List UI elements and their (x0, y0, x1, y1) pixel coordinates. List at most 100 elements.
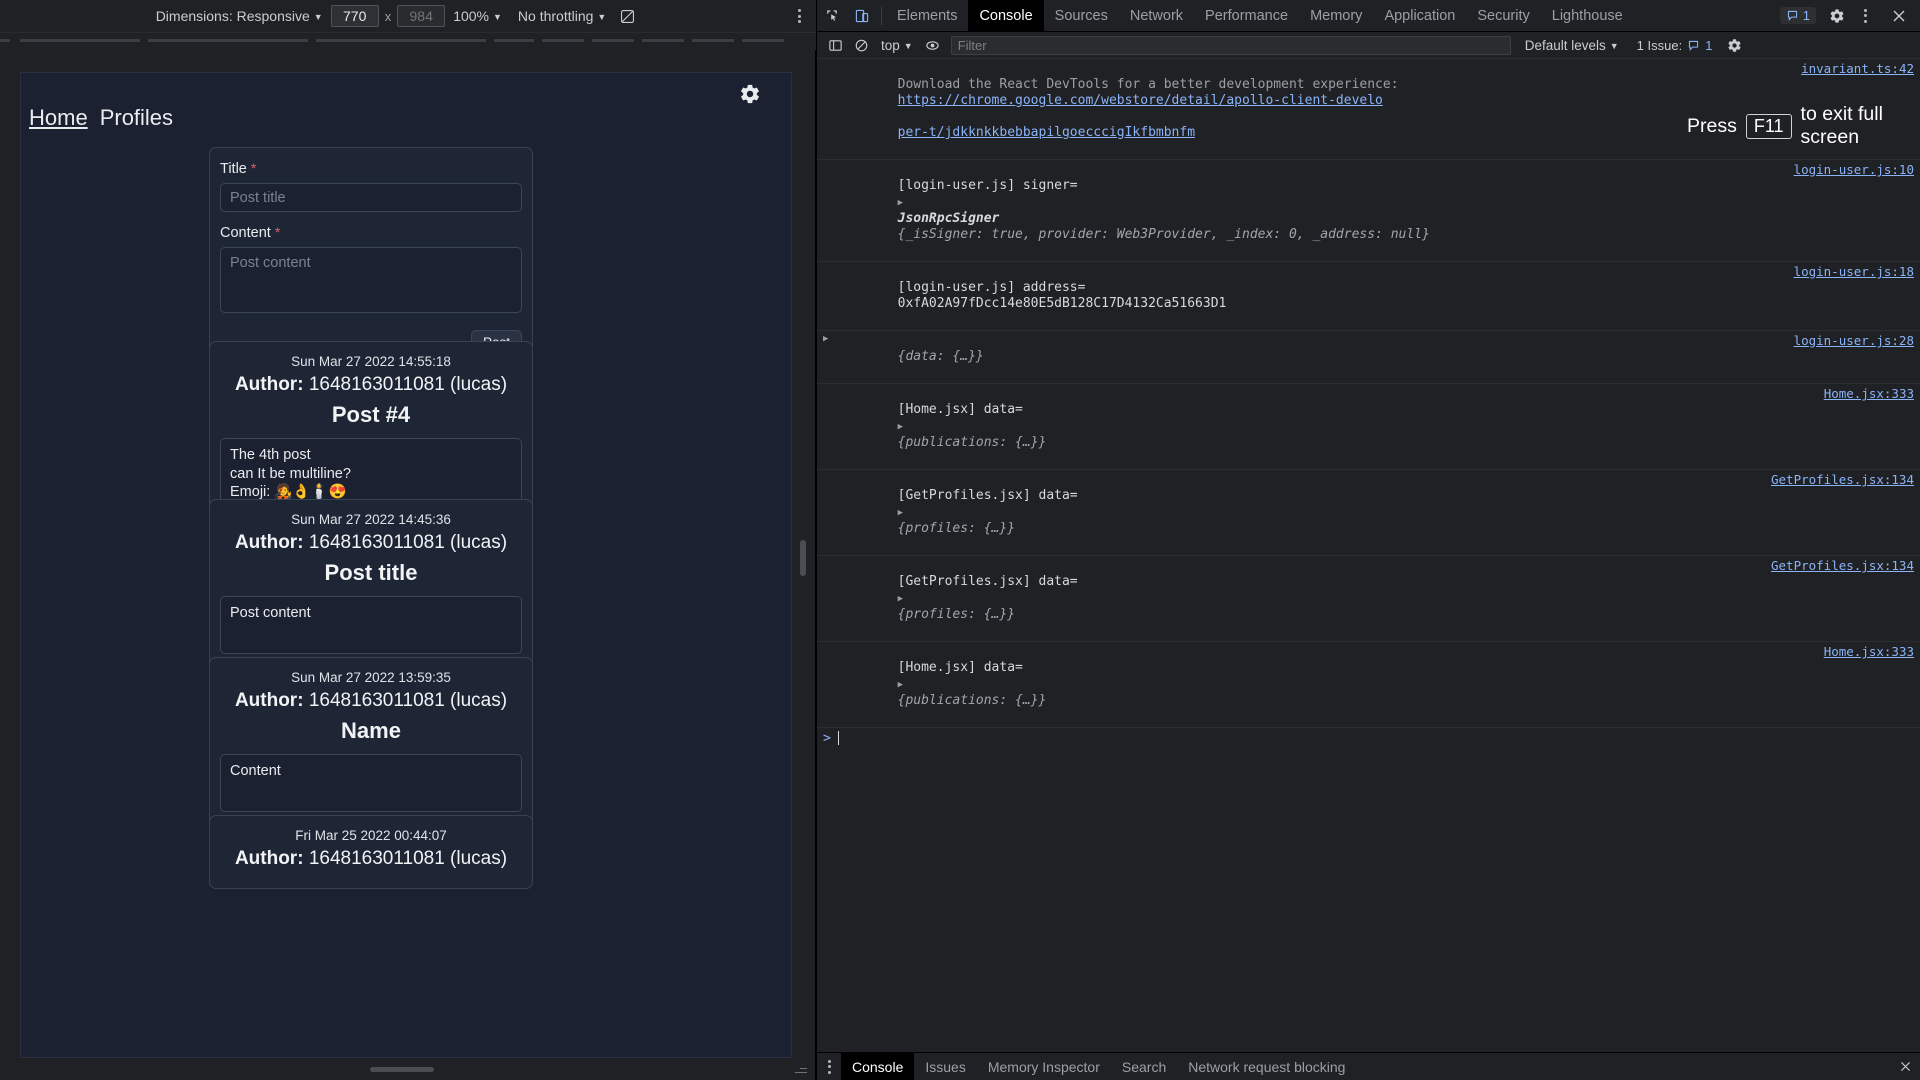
issues-badge[interactable]: 1 (1779, 7, 1816, 24)
inspect-element-icon[interactable] (817, 2, 847, 30)
console-source-link[interactable]: invariant.ts:42 (1801, 61, 1914, 157)
console-log-row[interactable]: [Home.jsx] data= ▶ {publications: {…}} H… (817, 384, 1920, 470)
console-source-link[interactable]: login-user.js:18 (1794, 264, 1914, 280)
post-author: Author: 1648163011081 (lucas) (220, 690, 522, 712)
zoom-label: 100% (453, 8, 489, 24)
expand-triangle-icon[interactable]: ▶ (898, 508, 903, 518)
expand-triangle-icon[interactable]: ▶ (898, 680, 903, 690)
viewport-resize-handle-bottom[interactable] (370, 1067, 434, 1072)
title-field-label: Title * (220, 160, 522, 177)
content-required-asterisk: * (274, 224, 281, 240)
console-source-link[interactable]: login-user.js:28 (1794, 333, 1914, 349)
drawer-tab-console[interactable]: Console (841, 1052, 915, 1080)
console-filter-input[interactable] (950, 35, 1511, 55)
live-expression-icon[interactable] (921, 34, 945, 56)
post-author-value: 1648163011081 (lucas) (308, 532, 508, 553)
post-author: Author: 1648163011081 (lucas) (220, 532, 522, 554)
drawer-tab-issues[interactable]: Issues (914, 1053, 976, 1080)
post-date: Sun Mar 27 2022 13:59:35 (291, 670, 451, 685)
device-more-options-icon[interactable] (788, 4, 810, 28)
expand-triangle-icon[interactable]: ▶ (898, 422, 903, 432)
console-log-row[interactable]: [login-user.js] address= 0xfA02A97fDcc14… (817, 262, 1920, 331)
console-sidebar-icon[interactable] (823, 34, 847, 56)
console-source-link[interactable]: GetProfiles.jsx:134 (1771, 558, 1914, 574)
devtools-more-options-icon[interactable] (1854, 4, 1876, 28)
post-author-value: 1648163011081 (lucas) (308, 690, 508, 711)
chevron-down-icon: ▼ (597, 12, 607, 22)
tab-elements[interactable]: Elements (886, 0, 968, 32)
log-prefix: [login-user.js] signer= (897, 178, 1078, 193)
console-log-row[interactable]: [Home.jsx] data= ▶ {publications: {…}} H… (817, 642, 1920, 728)
toolbar-divider (881, 6, 882, 25)
log-object-preview: {data: {…}} (897, 349, 984, 364)
post-card: Fri Mar 25 2022 00:44:07 Author: 1648163… (209, 815, 533, 889)
device-height-input[interactable] (397, 5, 446, 27)
execution-context-label: top (881, 37, 900, 53)
dimension-separator: x (384, 8, 392, 24)
console-source-link[interactable]: Home.jsx:333 (1824, 386, 1914, 402)
console-warning-row[interactable]: Download the React DevTools for a better… (817, 59, 1920, 160)
post-body: Post content (220, 596, 522, 654)
drawer-close-icon[interactable] (1890, 1054, 1920, 1080)
tab-network[interactable]: Network (1119, 0, 1194, 32)
issues-count: 1 (1802, 8, 1810, 23)
post-date: Sun Mar 27 2022 14:45:36 (291, 512, 451, 527)
create-post-card: Title * Content * Post (209, 147, 533, 368)
expand-triangle-icon[interactable]: ▶ (898, 594, 903, 604)
console-prompt[interactable]: > (817, 728, 1920, 750)
zoom-dropdown[interactable]: 100% ▼ (445, 4, 510, 28)
react-devtools-link-continued[interactable]: per-t/jdkknkkbebbapilgoecccigIkfbmbnfm (898, 125, 1195, 140)
post-title: Post title (324, 560, 418, 585)
nav-link-home[interactable]: Home (29, 105, 88, 131)
drawer-tab-memory-inspector[interactable]: Memory Inspector (977, 1053, 1111, 1080)
console-message-list[interactable]: Download the React DevTools for a better… (817, 59, 1920, 1052)
post-content-textarea[interactable] (220, 247, 522, 313)
device-emulation-pane: Dimensions: Responsive ▼ x 100% ▼ No thr… (0, 0, 816, 1080)
console-source-link[interactable]: GetProfiles.jsx:134 (1771, 472, 1914, 488)
post-card: Sun Mar 27 2022 14:45:36 Author: 1648163… (209, 499, 533, 667)
prompt-arrow-icon: > (823, 731, 831, 746)
viewport-resize-handle-corner[interactable] (795, 1062, 807, 1074)
post-title-input[interactable] (220, 183, 522, 212)
devtools-settings-gear-icon[interactable] (1822, 2, 1852, 30)
post-author-value: 1648163011081 (lucas) (308, 848, 508, 869)
execution-context-dropdown[interactable]: top ▼ (875, 38, 919, 53)
console-source-link[interactable]: Home.jsx:333 (1824, 644, 1914, 660)
log-object-preview: {publications: {…}} (897, 435, 1047, 450)
dimensions-preset-dropdown[interactable]: Dimensions: Responsive ▼ (148, 4, 331, 28)
tab-console[interactable]: Console (968, 0, 1044, 32)
drawer-more-options-icon[interactable] (817, 1054, 841, 1080)
clear-console-icon[interactable] (849, 34, 873, 56)
tab-performance[interactable]: Performance (1194, 0, 1299, 32)
tab-lighthouse[interactable]: Lighthouse (1541, 0, 1634, 32)
react-devtools-link[interactable]: https://chrome.google.com/webstore/detai… (898, 93, 1383, 108)
log-prefix: [GetProfiles.jsx] data= (897, 488, 1078, 503)
console-issues-bar[interactable]: 1 Issue: 1 (1629, 38, 1721, 53)
throttling-dropdown[interactable]: No throttling ▼ (510, 4, 614, 28)
device-toolbar-icon[interactable] (847, 2, 877, 30)
expand-triangle-icon[interactable]: ▶ (823, 335, 832, 344)
log-value: 0xfA02A97fDcc14e80E5dB128C17D4132Ca51663… (897, 296, 1227, 311)
gear-icon[interactable] (739, 83, 761, 105)
rotate-icon[interactable] (614, 4, 640, 28)
devtools-tab-bar: Elements Console Sources Network Perform… (817, 0, 1920, 32)
drawer-tab-search[interactable]: Search (1111, 1053, 1177, 1080)
chevron-down-icon: ▼ (903, 41, 913, 51)
expand-triangle-icon[interactable]: ▶ (898, 198, 903, 208)
log-levels-dropdown[interactable]: Default levels ▼ (1517, 38, 1627, 53)
tab-security[interactable]: Security (1466, 0, 1540, 32)
console-log-row[interactable]: [login-user.js] signer= ▶ JsonRpcSigner … (817, 160, 1920, 262)
viewport-resize-handle-right[interactable] (800, 540, 806, 576)
drawer-tab-network-request-blocking[interactable]: Network request blocking (1177, 1053, 1356, 1080)
device-width-input[interactable] (330, 5, 379, 27)
console-source-link[interactable]: login-user.js:10 (1794, 162, 1914, 178)
console-log-row[interactable]: ▶ {data: {…}} login-user.js:28 (817, 331, 1920, 384)
console-settings-gear-icon[interactable] (1722, 34, 1746, 56)
tab-memory[interactable]: Memory (1299, 0, 1373, 32)
nav-link-profiles[interactable]: Profiles (100, 105, 173, 131)
console-log-row[interactable]: [GetProfiles.jsx] data= ▶ {profiles: {…}… (817, 556, 1920, 642)
console-log-row[interactable]: [GetProfiles.jsx] data= ▶ {profiles: {…}… (817, 470, 1920, 556)
tab-application[interactable]: Application (1373, 0, 1466, 32)
tab-sources[interactable]: Sources (1044, 0, 1119, 32)
devtools-close-icon[interactable] (1884, 2, 1914, 30)
